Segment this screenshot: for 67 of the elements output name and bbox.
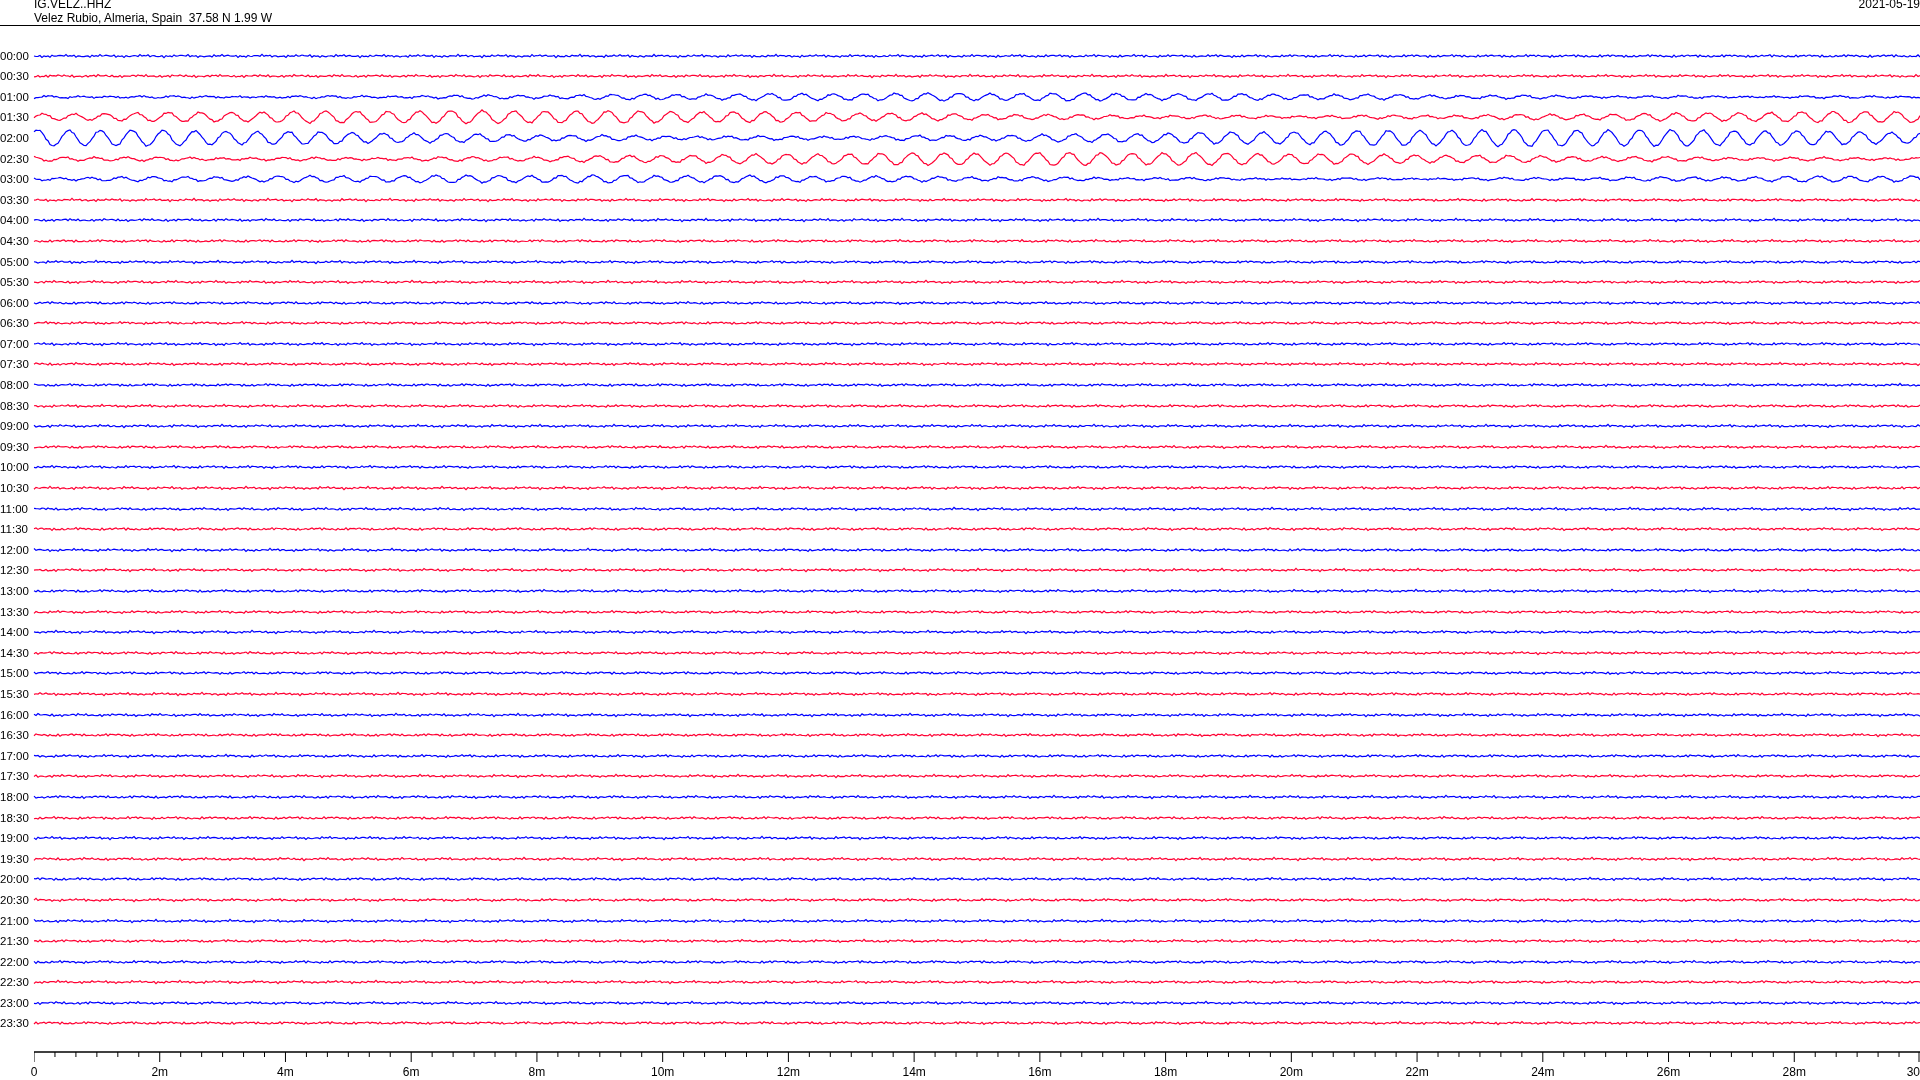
row-time-label: 05:00: [0, 255, 30, 268]
row-time-label: 21:30: [0, 935, 30, 948]
row-time-label: 19:30: [0, 852, 30, 865]
row-time-label: 22:30: [0, 976, 30, 989]
row-time-label: 16:00: [0, 708, 30, 721]
axis-tick-label: 18m: [1153, 1064, 1178, 1079]
row-time-label: 09:00: [0, 420, 30, 433]
row-time-label: 11:00: [0, 502, 29, 515]
row-time-label: 18:00: [0, 790, 30, 803]
axis-tick-label: 12m: [776, 1064, 801, 1079]
row-time-label: 02:30: [0, 152, 30, 165]
axis-tick-label: 30: [1906, 1064, 1920, 1079]
row-time-label: 14:00: [0, 626, 30, 639]
axis-tick-label: 26m: [1656, 1064, 1681, 1079]
row-time-label: 18:30: [0, 811, 30, 824]
row-time-label: 10:00: [0, 461, 30, 474]
row-time-label: 03:00: [0, 173, 30, 186]
row-time-label: 16:30: [0, 729, 30, 742]
row-time-label: 17:00: [0, 749, 30, 762]
row-time-label: 05:30: [0, 276, 30, 289]
axis-tick-label: 8m: [528, 1064, 546, 1079]
row-time-label: 19:00: [0, 832, 30, 845]
row-time-label: 12:00: [0, 543, 30, 556]
row-time-label: 11:30: [0, 523, 29, 536]
row-time-label: 01:00: [0, 90, 30, 103]
row-time-label: 23:00: [0, 996, 30, 1009]
axis-tick-label: 16m: [1028, 1064, 1052, 1079]
axis-tick-label: 24m: [1531, 1064, 1555, 1079]
row-time-label: 08:00: [0, 379, 30, 392]
row-time-label: 10:30: [0, 482, 30, 495]
station-code: IG.VELZ..HHZ: [34, 0, 113, 11]
station-location: Velez Rubio, Almeria, Spain 37.58 N 1.99 W: [34, 11, 273, 25]
row-time-label: 13:30: [0, 605, 30, 618]
row-time-label: 20:00: [0, 873, 30, 886]
row-time-label: 06:00: [0, 296, 30, 309]
row-time-label: 08:30: [0, 399, 30, 412]
axis-tick-label: 10m: [651, 1064, 675, 1079]
row-time-label: 12:30: [0, 564, 30, 577]
axis-tick-label: 14m: [902, 1064, 926, 1079]
plot-date: 2021-05-19: [1858, 0, 1920, 11]
row-time-label: 03:30: [0, 193, 30, 206]
row-time-label: 23:30: [0, 1017, 30, 1030]
row-time-label: 09:30: [0, 440, 30, 453]
row-time-label: 00:00: [0, 49, 30, 62]
row-time-label: 15:00: [0, 667, 30, 680]
row-time-label: 07:00: [0, 337, 30, 350]
row-time-label: 15:30: [0, 687, 30, 700]
axis-tick-label: 22m: [1405, 1064, 1429, 1079]
row-time-label: 04:00: [0, 214, 30, 227]
row-time-label: 01:30: [0, 111, 30, 124]
row-time-label: 13:00: [0, 585, 30, 597]
axis-tick-label: 4m: [277, 1064, 294, 1079]
row-time-label: 22:00: [0, 955, 30, 968]
axis-tick-label: 28m: [1782, 1064, 1806, 1079]
row-time-label: 14:30: [0, 646, 30, 659]
row-time-label: 17:30: [0, 770, 30, 783]
row-time-label: 20:30: [0, 893, 30, 906]
row-time-label: 06:30: [0, 317, 30, 330]
row-time-label: 21:00: [0, 914, 30, 927]
axis-tick-label: 6m: [402, 1064, 420, 1079]
row-time-label: 04:30: [0, 234, 30, 247]
row-time-label: 00:30: [0, 70, 30, 83]
axis-tick-label: 20m: [1279, 1064, 1303, 1079]
axis-tick-label: 0: [30, 1064, 38, 1079]
row-time-label: 07:30: [0, 358, 30, 371]
axis-tick-label: 2m: [151, 1064, 169, 1079]
row-time-label: 02:00: [0, 131, 30, 144]
